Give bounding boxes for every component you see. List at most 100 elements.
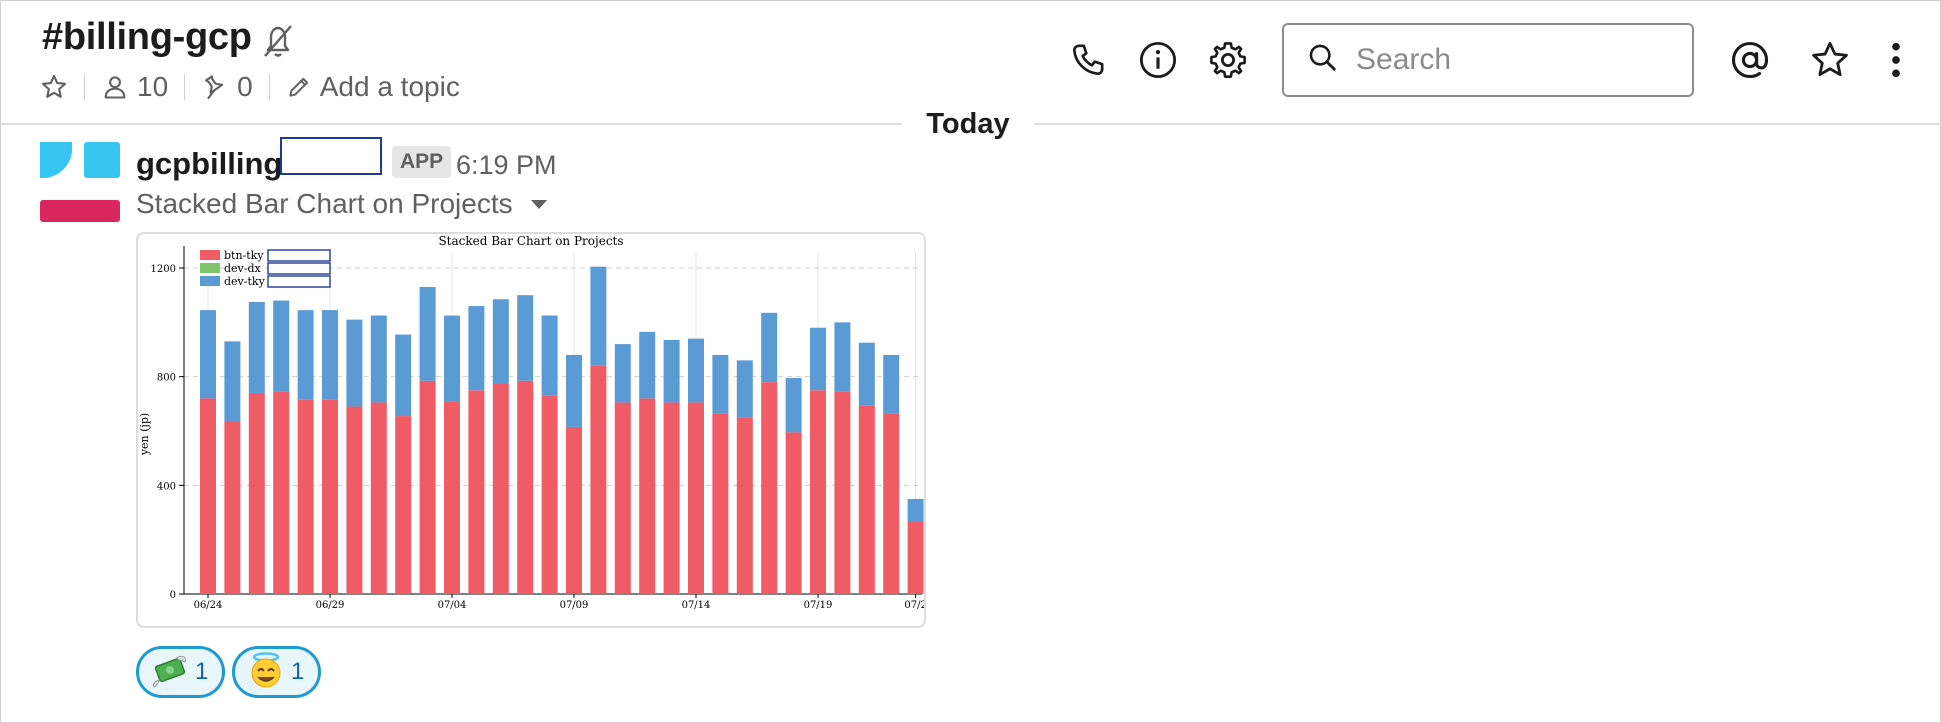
legend-swatch-dev-tky xyxy=(200,276,220,286)
bar-dev-tky xyxy=(761,312,778,383)
bar-dev-tky xyxy=(492,299,509,384)
bar-dev-tky xyxy=(688,338,704,403)
bar-dev-tky xyxy=(590,266,607,366)
bar-btn-tky xyxy=(712,413,729,594)
bar-btn-tky xyxy=(590,365,607,594)
message-timestamp[interactable]: 6:19 PM xyxy=(456,150,557,181)
bar-btn-tky xyxy=(492,383,509,594)
member-count: 10 xyxy=(137,71,169,102)
bar-dev-tky xyxy=(614,344,631,403)
x-tick-label: 07/14 xyxy=(682,600,711,611)
star-channel-button[interactable] xyxy=(40,73,68,101)
bar-dev-tky xyxy=(858,342,875,406)
avatar[interactable] xyxy=(40,142,120,222)
reaction-count: 1 xyxy=(195,658,209,685)
bar-btn-tky xyxy=(297,399,314,594)
y-tick-label: 1200 xyxy=(151,264,176,275)
bar-btn-tky xyxy=(785,432,802,594)
bar-dev-tky xyxy=(639,331,656,399)
bar-dev-tky xyxy=(810,327,826,391)
y-tick-label: 800 xyxy=(157,373,176,384)
bar-dev-tky xyxy=(200,310,216,399)
x-tick-label: 07/04 xyxy=(438,600,467,611)
bar-dev-tky xyxy=(736,360,753,418)
reaction-smiling-face-with-halo[interactable]: 1 xyxy=(232,646,322,698)
legend-redaction-box xyxy=(267,262,331,275)
info-icon[interactable] xyxy=(1136,38,1180,82)
bar-dev-tky xyxy=(419,287,436,381)
bar-btn-tky xyxy=(663,402,680,594)
add-topic-button[interactable]: Add a topic xyxy=(286,71,460,103)
bar-dev-tky xyxy=(907,498,924,523)
bar-btn-tky xyxy=(834,391,851,594)
legend-label: btn-tky xyxy=(224,249,264,262)
bar-dev-tky xyxy=(297,310,314,400)
y-axis-label: yen (jp) xyxy=(138,413,151,456)
separator xyxy=(84,74,85,100)
pin-icon xyxy=(201,73,229,101)
money-with-wings-icon xyxy=(151,652,189,693)
bar-btn-tky xyxy=(761,382,778,594)
reaction-count: 1 xyxy=(291,658,305,685)
bar-btn-tky xyxy=(200,398,216,594)
at-icon[interactable] xyxy=(1728,38,1772,82)
bar-btn-tky xyxy=(810,390,826,594)
attachment-title-text: Stacked Bar Chart on Projects xyxy=(136,188,513,219)
bar-btn-tky xyxy=(273,391,290,594)
chart-attachment[interactable]: Stacked Bar Chart on Projects 0 400 800 1200… xyxy=(136,232,926,628)
day-divider-label: Today xyxy=(902,109,1034,139)
gear-icon[interactable] xyxy=(1206,38,1250,82)
bar-btn-tky xyxy=(395,416,412,594)
bar-dev-tky xyxy=(712,354,729,414)
search-icon xyxy=(1284,41,1340,80)
bar-btn-tky xyxy=(248,392,265,594)
bar-dev-tky xyxy=(834,322,851,392)
members-button[interactable]: 10 xyxy=(101,71,168,103)
pins-button[interactable]: 0 xyxy=(201,71,253,103)
bar-dev-tky xyxy=(541,315,558,396)
y-tick-label: 0 xyxy=(170,590,176,601)
search-input[interactable] xyxy=(1356,43,1676,77)
x-tick-label: 06/24 xyxy=(194,600,223,611)
bar-dev-tky xyxy=(785,378,802,433)
x-tick-label: 07/19 xyxy=(804,600,833,611)
smiling-face-with-halo-icon xyxy=(247,651,285,694)
bar-btn-tky xyxy=(566,426,582,594)
caret-down-icon[interactable] xyxy=(530,199,547,209)
bar-btn-tky xyxy=(322,399,338,594)
bar-dev-tky xyxy=(248,301,265,393)
attachment-title[interactable]: Stacked Bar Chart on Projects xyxy=(136,188,547,220)
bar-dev-tky xyxy=(346,319,363,407)
app-badge: APP xyxy=(392,146,452,178)
reaction-money-with-wings[interactable]: 1 xyxy=(136,646,226,698)
bar-btn-tky xyxy=(224,421,241,594)
channel-name[interactable]: #billing-gcp xyxy=(42,16,252,59)
phone-icon[interactable] xyxy=(1066,38,1110,82)
bar-btn-tky xyxy=(468,390,485,594)
sender-name[interactable]: gcpbilling xyxy=(136,146,282,182)
bar-btn-tky xyxy=(858,405,875,594)
mute-icon xyxy=(260,20,296,60)
bar-dev-tky xyxy=(517,295,534,381)
bar-dev-tky xyxy=(663,339,680,403)
channel-header: #billing-gcp 10 0 Add a topic Search xyxy=(0,0,1941,124)
legend-swatch-dev-dx xyxy=(200,263,220,273)
legend-redaction-box xyxy=(267,275,331,288)
bar-btn-tky xyxy=(444,401,460,594)
search-box[interactable] xyxy=(1282,23,1694,97)
x-tick-label: 07/2 xyxy=(904,600,924,611)
legend-redaction-box xyxy=(267,249,331,262)
x-tick-label: 06/29 xyxy=(316,600,345,611)
more-icon[interactable] xyxy=(1874,38,1918,82)
bar-btn-tky xyxy=(736,417,753,594)
separator xyxy=(184,74,186,100)
bar-btn-tky xyxy=(346,406,363,594)
bar-btn-tky xyxy=(688,402,704,594)
bar-btn-tky xyxy=(614,402,631,594)
bar-dev-tky xyxy=(883,354,900,414)
add-topic-label: Add a topic xyxy=(319,71,460,102)
x-tick-label: 07/09 xyxy=(560,600,589,611)
bar-btn-tky xyxy=(541,395,558,594)
star-icon[interactable] xyxy=(1808,38,1852,82)
bar-btn-tky xyxy=(419,380,436,594)
